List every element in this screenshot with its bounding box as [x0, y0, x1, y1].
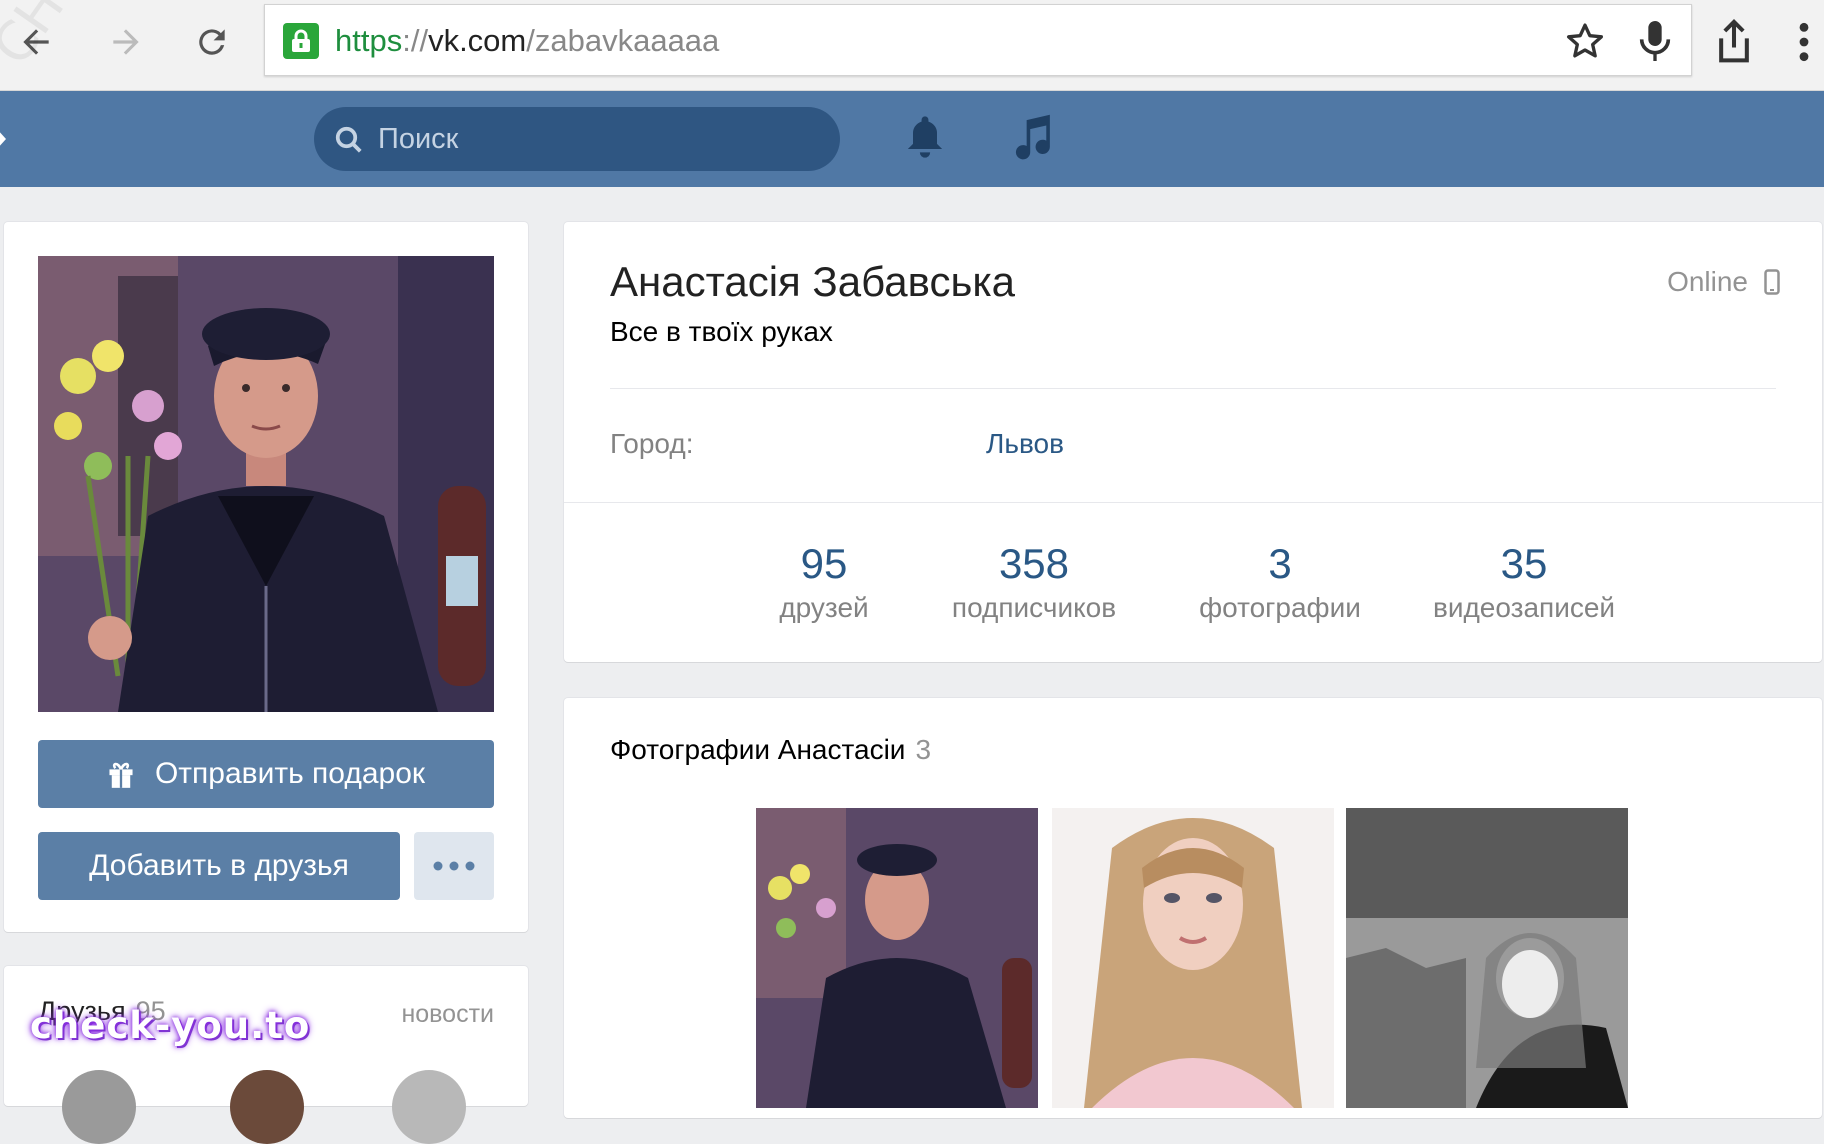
add-friend-label: Добавить в друзья — [89, 849, 349, 882]
share-icon[interactable] — [1712, 18, 1756, 66]
send-gift-label: Отправить подарок — [154, 757, 426, 790]
search-placeholder: Поиск — [378, 123, 459, 155]
add-friend-button[interactable]: Добавить в друзья — [38, 832, 400, 900]
divider — [564, 502, 1822, 503]
more-horiz-icon — [433, 861, 475, 871]
profile-info-card: Анастасія Забавська Все в твоїх руках On… — [564, 222, 1822, 662]
photo-image — [756, 808, 1038, 1108]
photo-thumbnail[interactable] — [1052, 808, 1334, 1108]
friend-avatar[interactable] — [62, 1070, 136, 1144]
more-vert-icon[interactable] — [1794, 20, 1814, 64]
friend-avatar[interactable] — [230, 1070, 304, 1144]
vk-top-bar: Поиск — [0, 91, 1824, 187]
address-bar[interactable]: https://vk.com/zabavkaaaaa — [264, 4, 1692, 76]
search-icon — [335, 126, 362, 153]
counter-friends[interactable]: 95 друзей — [744, 540, 904, 624]
photo-thumbnail[interactable] — [756, 808, 1038, 1108]
browser-toolbar: https://vk.com/zabavkaaaaa — [0, 0, 1824, 91]
photos-title-label: Фотографии Анастасіи — [610, 734, 906, 765]
counter-number: 358 — [998, 540, 1070, 587]
counter-label: подписчиков — [951, 592, 1117, 623]
send-gift-button[interactable]: Отправить подарок — [38, 740, 494, 808]
city-link[interactable]: Львов — [986, 428, 1064, 460]
counter-number: 95 — [800, 540, 848, 587]
photo-image — [1052, 808, 1334, 1108]
online-indicator: Online — [1667, 266, 1780, 298]
counter-number: 35 — [1500, 540, 1548, 587]
reload-button[interactable] — [186, 16, 238, 68]
photo-image — [1346, 808, 1628, 1108]
counter-label: видеозаписей — [1432, 592, 1616, 623]
microphone-icon[interactable] — [1635, 19, 1675, 63]
photos-title[interactable]: Фотографии Анастасіи 3 — [610, 734, 931, 766]
counter-number: 3 — [1268, 540, 1292, 587]
bookmark-star-icon[interactable] — [1565, 21, 1605, 61]
search-input[interactable]: Поиск — [314, 107, 840, 171]
forward-button[interactable] — [100, 16, 152, 68]
city-label: Город: — [610, 428, 694, 459]
bell-icon[interactable] — [904, 113, 946, 161]
lock-icon — [283, 23, 319, 59]
photos-count: 3 — [915, 734, 932, 765]
profile-left-card: Отправить подарок Добавить в друзья — [4, 222, 528, 932]
url-text: https://vk.com/zabavkaaaaa — [335, 23, 720, 58]
online-label: Online — [1667, 266, 1748, 297]
counter-followers[interactable]: 358 подписчиков — [924, 540, 1144, 624]
profile-name: Анастасія Забавська — [610, 258, 1015, 305]
music-icon[interactable] — [1010, 113, 1054, 163]
watermark-text: check-you.to — [30, 1004, 311, 1047]
reload-icon — [199, 29, 225, 55]
mobile-phone-icon — [1764, 269, 1780, 295]
photos-card: Фотографии Анастасіи 3 — [564, 698, 1822, 1118]
photo-thumbnail[interactable] — [1346, 808, 1628, 1108]
gift-icon — [109, 762, 133, 788]
friend-avatar[interactable] — [392, 1070, 466, 1144]
profile-avatar[interactable] — [38, 256, 494, 712]
counter-label: друзей — [779, 592, 869, 623]
profile-status: Все в твоїх руках — [610, 316, 833, 347]
avatar-photo — [38, 256, 494, 712]
more-actions-button[interactable] — [414, 832, 494, 900]
arrow-right-icon — [113, 29, 139, 55]
counter-label: фотографии — [1199, 592, 1361, 623]
friends-news-link[interactable]: новости — [401, 1000, 494, 1029]
counter-videos[interactable]: 35 видеозаписей — [1414, 540, 1634, 624]
vk-logo-icon[interactable] — [0, 117, 12, 161]
divider — [610, 388, 1776, 389]
counter-photos[interactable]: 3 фотографии — [1170, 540, 1390, 624]
